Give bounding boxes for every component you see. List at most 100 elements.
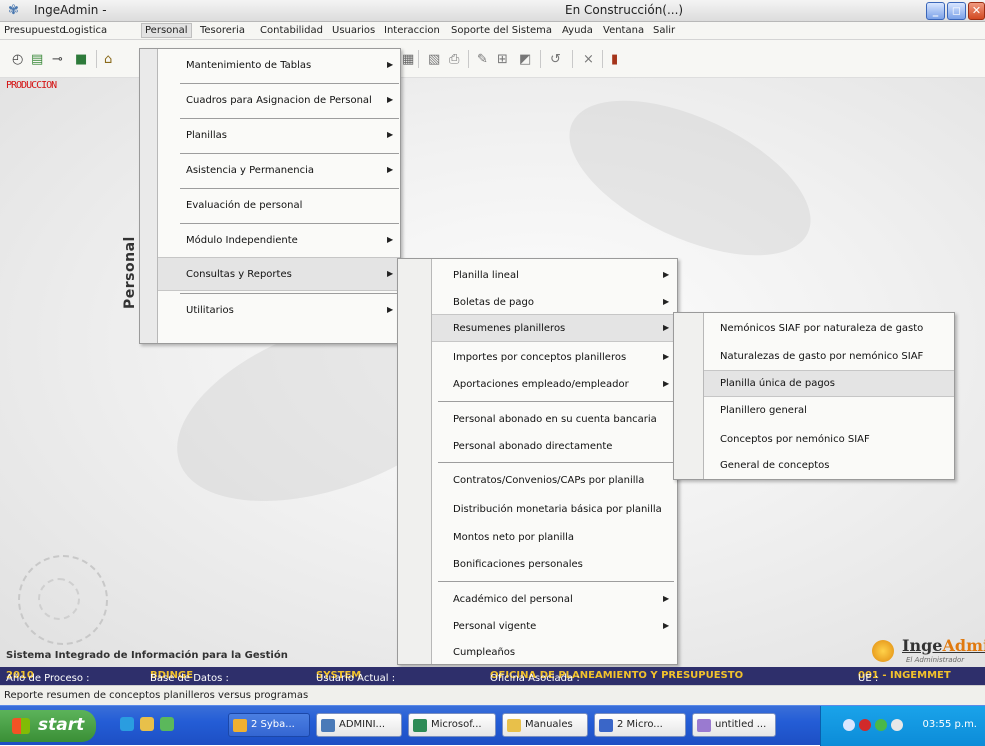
task-admini[interactable]: ADMINI... bbox=[316, 713, 402, 737]
menu-item-asistencia[interactable]: Asistencia y Permanencia ▶ bbox=[140, 154, 400, 188]
clock-icon[interactable]: ◴ bbox=[12, 52, 23, 67]
menu-item-abonado-directamente[interactable]: Personal abonado directamente bbox=[398, 430, 677, 464]
grid-icon[interactable]: ▧ bbox=[428, 52, 440, 67]
network-icon[interactable] bbox=[843, 719, 855, 731]
menu-logistica[interactable]: Logistica bbox=[63, 25, 107, 36]
system-tray: 03:55 p.m. bbox=[820, 706, 985, 746]
oficina-asociada: Oficina Asociada : OFICINA DE PLANEAMIEN… bbox=[490, 670, 743, 684]
exit-door-icon[interactable]: ▮ bbox=[611, 52, 618, 67]
task-untitled[interactable]: untitled ... bbox=[692, 713, 776, 737]
bank-icon[interactable]: ⌂ bbox=[104, 52, 112, 67]
edit-icon[interactable]: ✎ bbox=[477, 52, 488, 67]
key-icon[interactable]: ⊸ bbox=[52, 52, 63, 67]
base-datos: Base de Datos : BDINGE bbox=[150, 670, 229, 684]
menu-interaccion[interactable]: Interaccion bbox=[384, 25, 440, 36]
volume-icon[interactable] bbox=[891, 719, 903, 731]
menu-item-label: Resumenes planilleros bbox=[453, 323, 566, 334]
menu-item-evaluacion[interactable]: Evaluación de personal bbox=[140, 189, 400, 223]
menu-ventana[interactable]: Ventana bbox=[603, 25, 644, 36]
task-manuales[interactable]: Manuales bbox=[502, 713, 588, 737]
menu-side-label: Personal bbox=[122, 236, 138, 309]
submenu-arrow-icon: ▶ bbox=[387, 305, 394, 314]
menu-item-cumpleanos[interactable]: Cumpleaños bbox=[398, 636, 677, 670]
menu-soporte[interactable]: Soporte del Sistema bbox=[451, 25, 552, 36]
anio-label: Año de Proceso : bbox=[6, 673, 90, 684]
menu-presupuesto[interactable]: Presupuesto bbox=[4, 25, 66, 36]
task-label: Manuales bbox=[525, 719, 573, 730]
submenu-arrow-icon: ▶ bbox=[387, 235, 394, 244]
calendar-icon[interactable]: ▤ bbox=[31, 52, 43, 67]
menu-item-label: Personal abonado directamente bbox=[453, 441, 613, 452]
save-icon[interactable]: ▦ bbox=[402, 52, 414, 67]
title-bar: ✾ IngeAdmin - En Construcción(...) _ ◻ ✕ bbox=[0, 0, 985, 22]
menu-item-label: Boletas de pago bbox=[453, 297, 534, 308]
menu-item-bonificaciones[interactable]: Bonificaciones personales bbox=[398, 548, 677, 582]
status-bar: Año de Proceso : 2010 Base de Datos : BD… bbox=[0, 667, 985, 685]
menu-item-utilitarios[interactable]: Utilitarios ▶ bbox=[140, 294, 400, 328]
close-button[interactable]: ✕ bbox=[968, 2, 985, 20]
antivirus-icon[interactable] bbox=[859, 719, 871, 731]
menu-item-planillero-general[interactable]: Planillero general bbox=[674, 396, 954, 426]
task-micro[interactable]: 2 Micro... bbox=[594, 713, 686, 737]
submenu-arrow-icon: ▶ bbox=[387, 130, 394, 139]
menu-item-planilla-unica[interactable]: Planilla única de pagos bbox=[704, 370, 954, 397]
print-icon[interactable]: ⎙ bbox=[449, 52, 459, 67]
menu-item-label: Naturalezas de gasto por nemónico SIAF bbox=[720, 351, 924, 362]
submenu-arrow-icon: ▶ bbox=[663, 297, 670, 306]
quicklaunch-icon[interactable] bbox=[140, 717, 154, 731]
menu-usuarios[interactable]: Usuarios bbox=[332, 25, 375, 36]
sybase-icon bbox=[233, 719, 247, 732]
menu-item-label: Contratos/Convenios/CAPs por planilla bbox=[453, 475, 645, 486]
admin-icon bbox=[321, 719, 335, 732]
personal-menu: Personal Mantenimiento de Tablas ▶ Cuadro… bbox=[122, 48, 401, 344]
menu-item-conceptos-nemonico[interactable]: Conceptos por nemónico SIAF bbox=[674, 424, 954, 454]
resumenes-submenu: Nemónicos SIAF por naturaleza de gasto N… bbox=[673, 312, 955, 480]
folder-icon bbox=[507, 719, 521, 732]
menu-tesoreria[interactable]: Tesoreria bbox=[200, 25, 245, 36]
environment-label: PRODUCCION bbox=[6, 80, 57, 91]
start-button[interactable]: start bbox=[0, 710, 96, 742]
menu-personal[interactable]: Personal bbox=[141, 23, 192, 38]
task-label: untitled ... bbox=[715, 719, 767, 730]
menu-item-cuadros-asignacion[interactable]: Cuadros para Asignacion de Personal ▶ bbox=[140, 84, 400, 118]
minimize-button[interactable]: _ bbox=[926, 2, 945, 20]
menu-item-consultas-reportes[interactable]: Consultas y Reportes ▶ bbox=[158, 257, 400, 291]
toolbar-separator bbox=[418, 50, 419, 68]
menu-item-resumenes-planilleros[interactable]: Resumenes planilleros ▶ bbox=[432, 314, 677, 342]
user-label: Usuario Actual : bbox=[316, 673, 396, 684]
menu-contabilidad[interactable]: Contabilidad bbox=[260, 25, 323, 36]
menu-item-label: Consultas y Reportes bbox=[186, 269, 292, 280]
menu-item-mantenimiento-tablas[interactable]: Mantenimiento de Tablas ▶ bbox=[140, 49, 400, 83]
task-sybase[interactable]: 2 Syba... bbox=[228, 713, 310, 737]
anio-proceso: Año de Proceso : 2010 bbox=[6, 670, 90, 684]
menu-item-label: Planilla lineal bbox=[453, 270, 519, 281]
green-box-icon[interactable]: ■ bbox=[75, 52, 87, 67]
maximize-button[interactable]: ◻ bbox=[947, 2, 966, 20]
submenu-arrow-icon: ▶ bbox=[387, 95, 394, 104]
menu-item-planillas[interactable]: Planillas ▶ bbox=[140, 119, 400, 153]
task-microsoft[interactable]: Microsof... bbox=[408, 713, 496, 737]
menu-item-aportaciones[interactable]: Aportaciones empleado/empleador ▶ bbox=[398, 368, 677, 402]
ie-icon[interactable] bbox=[120, 717, 134, 731]
chart-icon[interactable]: ◩ bbox=[519, 52, 531, 67]
menu-item-label: Bonificaciones personales bbox=[453, 559, 583, 570]
menu-salir[interactable]: Salir bbox=[653, 25, 675, 36]
menu-item-naturalezas-gasto[interactable]: Naturalezas de gasto por nemónico SIAF bbox=[674, 341, 954, 371]
tray-icon[interactable] bbox=[875, 719, 887, 731]
usuario-actual: Usuario Actual : SYSTEM bbox=[316, 670, 395, 684]
bd-label: Base de Datos : bbox=[150, 673, 229, 684]
menu-item-label: Módulo Independiente bbox=[186, 235, 298, 246]
task-label: 2 Micro... bbox=[617, 719, 663, 730]
menu-item-label: Personal abonado en su cuenta bancaria bbox=[453, 414, 657, 425]
sun-icon bbox=[872, 640, 894, 662]
menu-item-modulo-independiente[interactable]: Módulo Independiente ▶ bbox=[140, 224, 400, 258]
quicklaunch-icon[interactable] bbox=[160, 717, 174, 731]
undo-icon[interactable]: ↺ bbox=[550, 52, 561, 67]
menu-ayuda[interactable]: Ayuda bbox=[562, 25, 593, 36]
menu-item-nemonicos-siaf[interactable]: Nemónicos SIAF por naturaleza de gasto bbox=[674, 313, 954, 343]
close-icon[interactable]: × bbox=[583, 52, 594, 67]
menu-item-general-conceptos[interactable]: General de conceptos bbox=[674, 451, 954, 479]
submenu-arrow-icon: ▶ bbox=[663, 323, 670, 332]
table-icon[interactable]: ⊞ bbox=[497, 52, 508, 67]
logo-name-b: Admin bbox=[942, 636, 985, 655]
